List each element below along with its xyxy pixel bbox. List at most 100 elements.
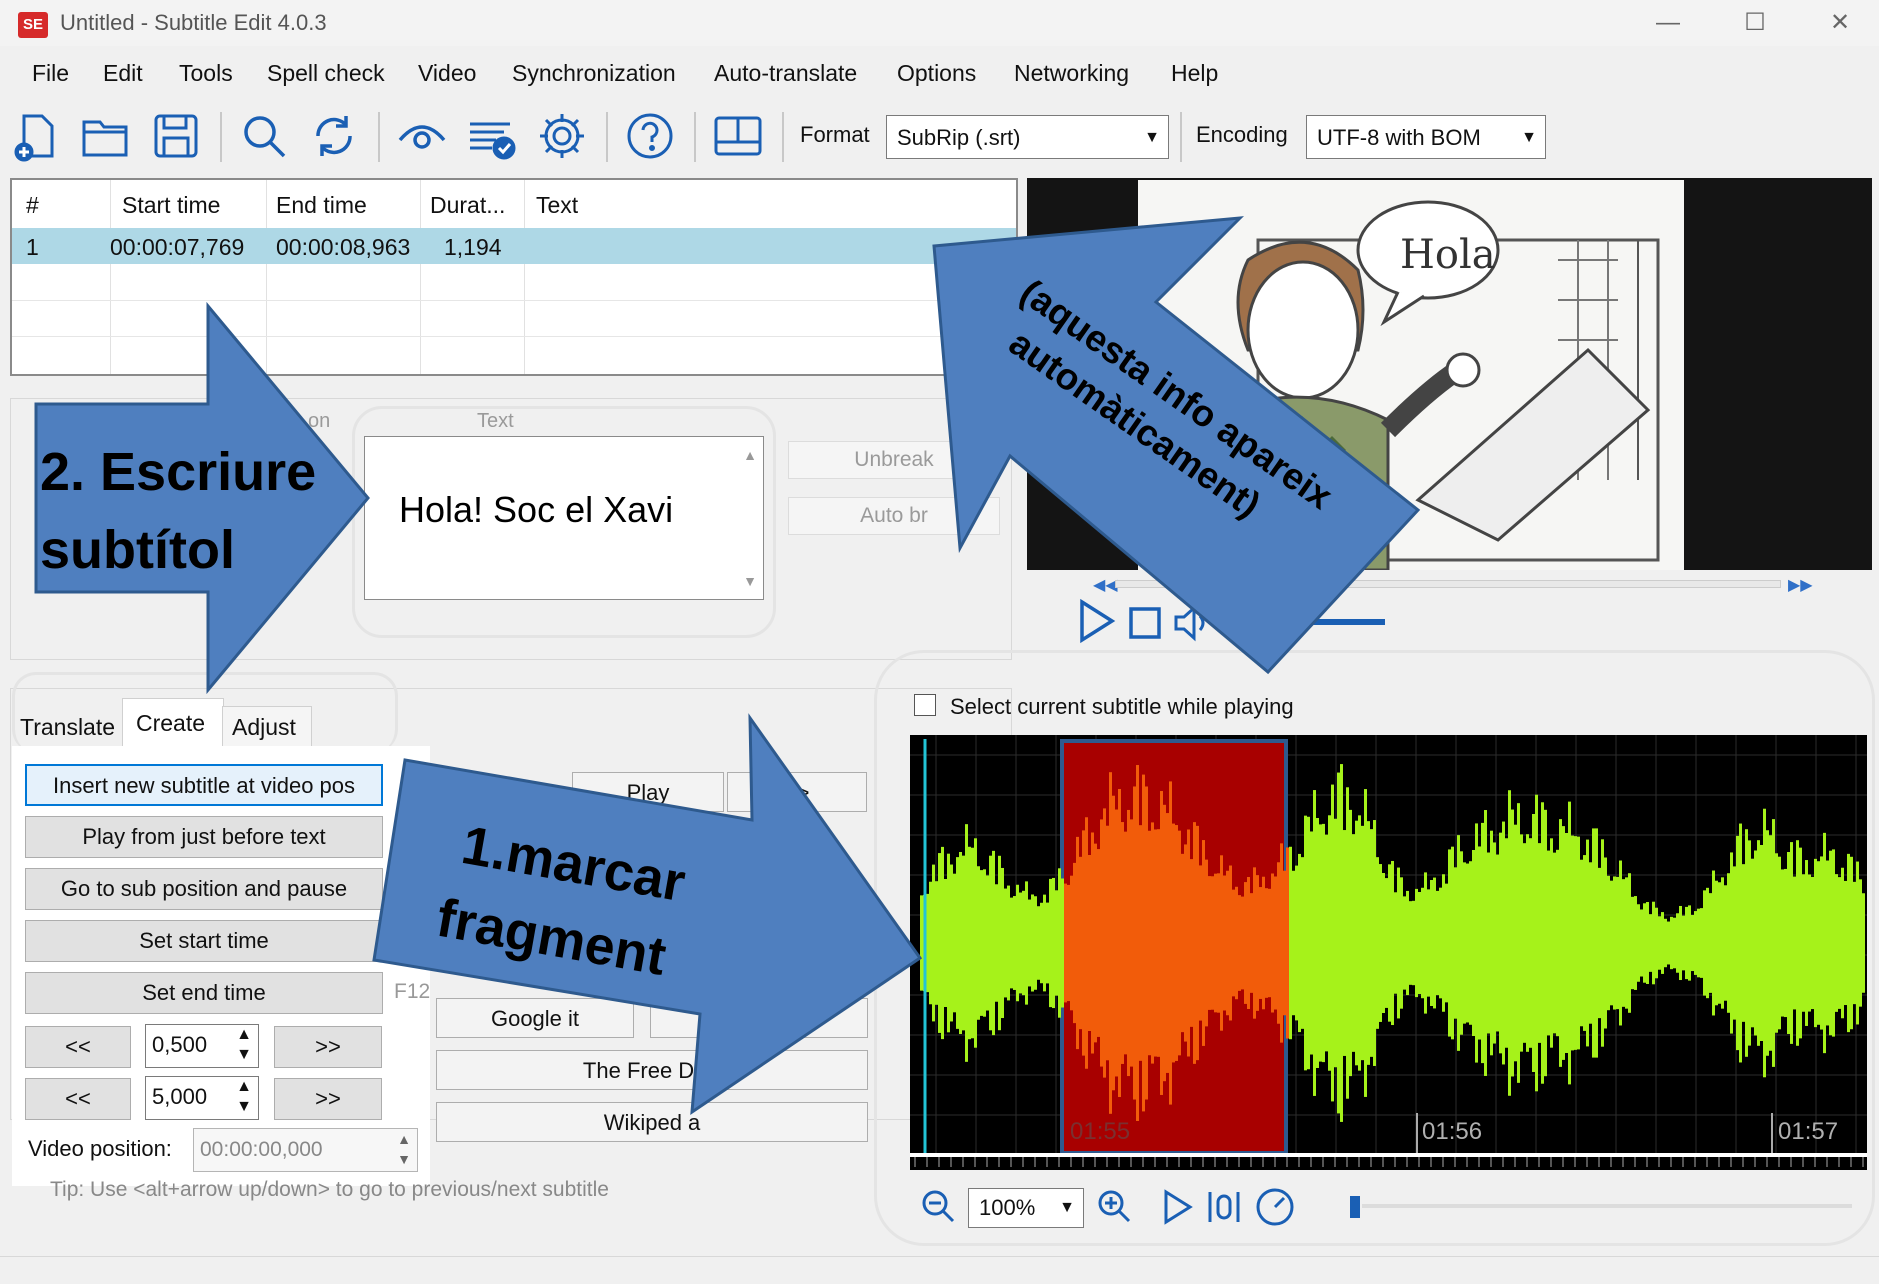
new-file-icon[interactable] (10, 110, 62, 162)
waveform-sample (1601, 839, 1604, 1047)
spinner-icon[interactable]: ▲ ▼ (236, 1025, 252, 1065)
waveform-sample (1703, 890, 1706, 996)
step-small-input[interactable]: 0,500 ▲ ▼ (145, 1024, 259, 1068)
waveform-sample (1331, 784, 1334, 1102)
waveform-sample (1745, 829, 1748, 1057)
waveform-sample (1709, 893, 1712, 993)
close-button[interactable]: ✕ (1810, 4, 1870, 42)
step-forward-button[interactable]: >> (274, 1026, 382, 1068)
waveform-sample (1832, 849, 1835, 1037)
play-selection-icon[interactable] (1160, 1188, 1196, 1226)
spinner-icon[interactable]: ▲ ▼ (397, 1129, 411, 1169)
waveform-sample (1109, 772, 1112, 1114)
menu-edit[interactable]: Edit (103, 60, 143, 87)
zoom-select[interactable]: 100% ▼ (968, 1188, 1084, 1228)
waveform-sample (1856, 861, 1859, 1025)
insert-subtitle-button[interactable]: Insert new subtitle at video pos (25, 764, 383, 806)
waveform-sample (1730, 852, 1733, 1034)
subtitle-grid[interactable]: # Start time End time Durat... Text 1 00… (10, 178, 1018, 376)
grid-header-text[interactable]: Text (536, 192, 578, 219)
waveform-sample (1826, 860, 1829, 1026)
menu-options[interactable]: Options (897, 60, 976, 87)
spell-check-icon[interactable] (466, 110, 518, 162)
menu-help[interactable]: Help (1171, 60, 1218, 87)
save-icon[interactable] (150, 110, 202, 162)
free-dictionary-button[interactable]: The Free Dicti (436, 1050, 868, 1090)
waveform-sample (1490, 830, 1493, 1056)
volume-icon[interactable] (1172, 604, 1214, 642)
step-forward-large-button[interactable]: >> (274, 1078, 382, 1120)
maximize-button[interactable]: ☐ (1725, 4, 1785, 42)
grid-header-number[interactable]: # (26, 192, 39, 219)
menu-video[interactable]: Video (418, 60, 476, 87)
minimize-button[interactable]: — (1638, 4, 1698, 42)
waveform-sample (1166, 813, 1169, 1073)
video-position-input[interactable]: 00:00:00,000 ▲ ▼ (193, 1128, 418, 1172)
menu-auto-translate[interactable]: Auto-translate (714, 60, 857, 87)
menu-tools[interactable]: Tools (179, 60, 233, 87)
layout-icon[interactable] (712, 110, 764, 162)
waveform-sample (1799, 847, 1802, 1039)
waveform-sample (992, 850, 995, 1036)
encoding-value: UTF-8 with BOM (1317, 125, 1481, 150)
set-start-time-button[interactable]: Set start time (25, 920, 383, 962)
step-back-large-button[interactable]: << (25, 1078, 131, 1120)
spinner-icon[interactable]: ▲ ▼ (236, 1077, 252, 1117)
set-end-time-button[interactable]: Set end time (25, 972, 383, 1014)
waveform-position-slider[interactable] (1362, 1204, 1852, 1208)
waveform-sample (1583, 855, 1586, 1031)
play-region-icon[interactable] (1206, 1188, 1242, 1226)
grid-header-duration[interactable]: Durat... (430, 192, 505, 219)
rewind-icon[interactable]: ◀◀ (1093, 575, 1118, 595)
menu-spell-check[interactable]: Spell check (267, 60, 385, 87)
step-large-input[interactable]: 5,000 ▲ ▼ (145, 1076, 259, 1120)
waveform-sample (1478, 846, 1481, 1040)
waveform-sample (1352, 834, 1355, 1052)
video-frame: Hola (1138, 180, 1684, 570)
visual-sync-icon[interactable] (396, 110, 448, 162)
stop-icon[interactable] (1128, 606, 1162, 640)
zoom-in-icon[interactable] (1096, 1188, 1132, 1224)
duration-label: on (308, 410, 331, 432)
waveform-sample (1682, 915, 1685, 971)
menu-networking[interactable]: Networking (1014, 60, 1129, 87)
settings-icon[interactable] (536, 110, 588, 162)
waveform-panel[interactable]: 01:55 01:56 01:57 (910, 735, 1867, 1170)
goto-sub-pause-button[interactable]: Go to sub position and pause (25, 868, 383, 910)
google-translate-button[interactable] (650, 998, 868, 1038)
waveform-sample (1577, 836, 1580, 1050)
select-current-checkbox[interactable] (914, 694, 936, 716)
play-button[interactable]: Play (572, 772, 724, 812)
waveform-sample (986, 875, 989, 1011)
waveform-sample (1448, 849, 1451, 1037)
waveform-sample (1592, 828, 1595, 1058)
format-select[interactable]: SubRip (.srt) ▼ (886, 115, 1169, 159)
menu-synchronization[interactable]: Synchronization (512, 60, 676, 87)
fast-forward-icon[interactable]: ▶▶ (1788, 575, 1813, 595)
menu-file[interactable]: File (32, 60, 69, 87)
encoding-select[interactable]: UTF-8 with BOM ▼ (1306, 115, 1546, 159)
open-folder-icon[interactable] (80, 110, 132, 162)
play-icon[interactable] (1076, 598, 1116, 644)
google-it-button[interactable]: Google it (436, 998, 634, 1038)
unbreak-button[interactable]: Unbreak (788, 441, 1000, 479)
zoom-out-icon[interactable] (920, 1188, 956, 1224)
waveform-position-slider-thumb[interactable] (1350, 1196, 1360, 1218)
help-icon[interactable] (624, 110, 676, 162)
next-button[interactable]: t > (727, 772, 867, 812)
speed-icon[interactable] (1254, 1186, 1296, 1228)
waveform-sample (1625, 877, 1628, 1009)
find-icon[interactable] (238, 110, 290, 162)
grid-header-end[interactable]: End time (276, 192, 367, 219)
auto-br-button[interactable]: Auto br (788, 497, 1000, 535)
video-seek-bar[interactable] (1115, 580, 1781, 588)
volume-slider[interactable] (1300, 619, 1385, 625)
waveform-sample (1454, 867, 1457, 1019)
play-before-text-button[interactable]: Play from just before text (25, 816, 383, 858)
replace-icon[interactable] (308, 110, 360, 162)
waveform-sample (1616, 876, 1619, 1010)
grid-header-start[interactable]: Start time (122, 192, 220, 219)
step-back-button[interactable]: << (25, 1026, 131, 1068)
waveform-sample (1196, 825, 1199, 1061)
wikipedia-button[interactable]: Wikiped a (436, 1102, 868, 1142)
